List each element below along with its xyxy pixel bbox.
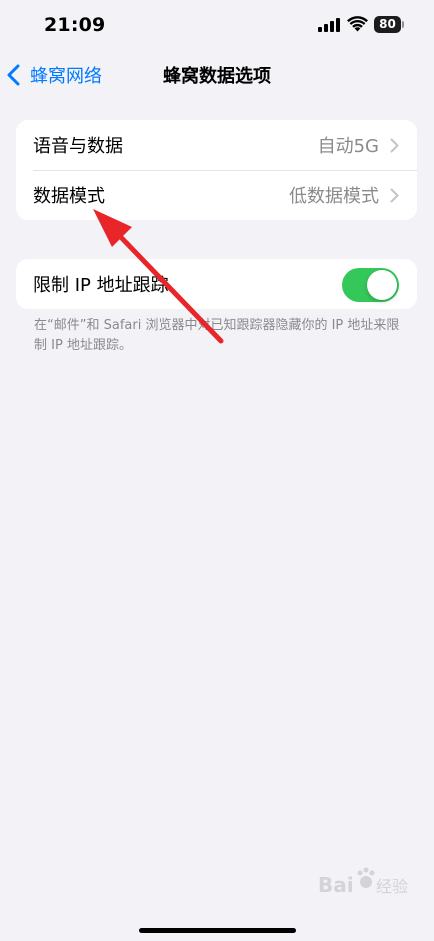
row-limit-ip-tracking: 限制 IP 地址跟踪 — [16, 259, 417, 309]
settings-group-privacy: 限制 IP 地址跟踪 — [16, 259, 417, 309]
status-bar: 21:09 80 — [0, 0, 434, 52]
row-value: 低数据模式 — [289, 186, 379, 207]
footnote-limit-ip-tracking: 在“邮件”和 Safari 浏览器中对已知跟踪器隐藏你的 IP 地址来限制 IP… — [34, 318, 400, 353]
row-voice-and-data[interactable]: 语音与数据 自动5G — [16, 120, 417, 171]
battery-icon: 80 — [374, 16, 406, 33]
signal-icon — [318, 18, 340, 32]
row-label: 数据模式 — [33, 186, 105, 207]
row-label: 限制 IP 地址跟踪 — [33, 275, 169, 296]
row-data-mode[interactable]: 数据模式 低数据模式 — [16, 170, 417, 220]
baidu-watermark-logo: Bai 经验 — [318, 867, 408, 897]
status-time: 21:09 — [44, 14, 106, 36]
page-title: 蜂窝数据选项 — [163, 66, 271, 87]
svg-text:Bai: Bai — [318, 873, 354, 897]
navigation-bar: 蜂窝网络 蜂窝数据选项 — [0, 52, 434, 96]
battery-level: 80 — [379, 17, 396, 31]
battery-tip — [402, 21, 404, 28]
settings-group-cellular: 语音与数据 自动5G 数据模式 低数据模式 — [16, 120, 417, 220]
svg-text:经验: 经验 — [376, 877, 408, 896]
home-indicator — [139, 928, 296, 933]
chevron-right-icon — [390, 188, 399, 203]
chevron-right-icon — [390, 138, 399, 153]
row-label: 语音与数据 — [33, 136, 123, 157]
toggle-knob — [367, 270, 397, 300]
row-value: 自动5G — [317, 136, 379, 157]
limit-ip-tracking-toggle[interactable] — [342, 268, 399, 302]
wifi-icon — [347, 16, 368, 32]
